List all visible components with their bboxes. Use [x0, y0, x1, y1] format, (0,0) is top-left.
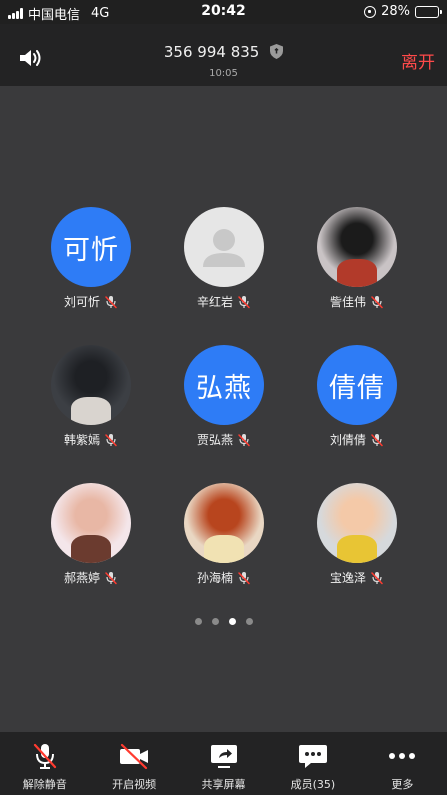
- participant-name: 辛红岩: [196, 295, 233, 309]
- unmute-label: 解除静音: [22, 778, 67, 791]
- page-dot[interactable]: [211, 618, 219, 625]
- participant-name-row: 贾弘燕: [164, 431, 284, 448]
- members-icon: [298, 745, 327, 768]
- meeting-duration: 10:05: [209, 68, 238, 79]
- participant-avatar: 倩倩: [317, 345, 397, 425]
- start-video-button[interactable]: 开启视频: [89, 732, 178, 795]
- muted-mic-icon: [33, 743, 56, 769]
- page-dot[interactable]: [245, 618, 253, 625]
- participant-tile[interactable]: 韩紫嫣: [31, 345, 151, 448]
- share-screen-label: 共享屏幕: [201, 778, 246, 791]
- participant-avatar: [51, 345, 131, 425]
- battery-icon: [415, 5, 442, 18]
- muted-mic-icon: [105, 295, 117, 308]
- participant-tile[interactable]: 辛红岩: [164, 207, 284, 310]
- more-button[interactable]: 更多: [358, 732, 447, 795]
- participant-name-row: 辛红岩: [164, 293, 284, 310]
- muted-mic-icon: [238, 295, 250, 308]
- participant-tile[interactable]: 訾佳伟: [297, 207, 417, 310]
- participant-tile[interactable]: 孙海楠: [164, 483, 284, 586]
- meeting-id[interactable]: 356 994 835: [0, 43, 447, 61]
- participant-name: 刘倩倩: [329, 433, 366, 447]
- shield-icon: [270, 44, 284, 59]
- meeting-id-text: 356 994 835: [163, 43, 260, 61]
- unmute-button[interactable]: 解除静音: [0, 732, 89, 795]
- more-icon: [389, 753, 416, 759]
- participant-avatar: 可忻: [51, 207, 131, 287]
- participant-tile[interactable]: 可忻刘可忻: [31, 207, 151, 310]
- muted-mic-icon: [371, 571, 383, 584]
- participant-tile[interactable]: 宝逸泽: [297, 483, 417, 586]
- more-label: 更多: [391, 778, 414, 791]
- participant-avatar: 弘燕: [184, 345, 264, 425]
- battery-percent: 28%: [381, 4, 410, 19]
- orientation-lock-icon: [364, 5, 377, 18]
- participant-name: 刘可忻: [63, 295, 100, 309]
- status-bar: 中国电信 4G 20:42 28%: [0, 0, 447, 24]
- muted-mic-icon: [105, 433, 117, 446]
- participant-name: 贾弘燕: [196, 433, 233, 447]
- participant-name-row: 刘倩倩: [297, 431, 417, 448]
- participant-avatar: [184, 207, 264, 287]
- participant-name: 郝燕婷: [63, 571, 100, 585]
- participant-avatar: [184, 483, 264, 563]
- participant-tile[interactable]: 弘燕贾弘燕: [164, 345, 284, 448]
- page-dot[interactable]: [228, 618, 236, 625]
- participant-tile[interactable]: 倩倩刘倩倩: [297, 345, 417, 448]
- members-label: 成员(35): [290, 778, 336, 791]
- participant-tile[interactable]: 郝燕婷: [31, 483, 151, 586]
- muted-mic-icon: [238, 571, 250, 584]
- muted-mic-icon: [371, 295, 383, 308]
- share-screen-icon: [210, 745, 237, 768]
- muted-mic-icon: [371, 433, 383, 446]
- default-user-icon: [203, 229, 245, 267]
- participant-name-row: 韩紫嫣: [31, 431, 151, 448]
- participant-name-row: 孙海楠: [164, 569, 284, 586]
- participant-name: 宝逸泽: [329, 571, 366, 585]
- leave-button[interactable]: 离开: [401, 48, 435, 73]
- participant-avatar: [317, 207, 397, 287]
- participant-name-row: 郝燕婷: [31, 569, 151, 586]
- participant-avatar: [317, 483, 397, 563]
- participant-name-row: 刘可忻: [31, 293, 151, 310]
- participant-name: 韩紫嫣: [63, 433, 100, 447]
- share-screen-button[interactable]: 共享屏幕: [179, 732, 268, 795]
- participant-name: 孙海楠: [196, 571, 233, 585]
- participant-avatar: [51, 483, 131, 563]
- start-video-label: 开启视频: [112, 778, 157, 791]
- page-indicator[interactable]: [0, 618, 447, 625]
- page-dot[interactable]: [194, 618, 202, 625]
- meeting-header: 356 994 835 10:05 离开: [0, 24, 447, 86]
- participant-name-row: 訾佳伟: [297, 293, 417, 310]
- participant-name-row: 宝逸泽: [297, 569, 417, 586]
- muted-mic-icon: [238, 433, 250, 446]
- participant-name: 訾佳伟: [329, 295, 366, 309]
- muted-mic-icon: [105, 571, 117, 584]
- video-off-icon: [120, 743, 149, 770]
- meeting-toolbar: 解除静音 开启视频 共享屏幕 成员(35) 更多: [0, 732, 447, 795]
- members-button[interactable]: 成员(35): [268, 732, 357, 795]
